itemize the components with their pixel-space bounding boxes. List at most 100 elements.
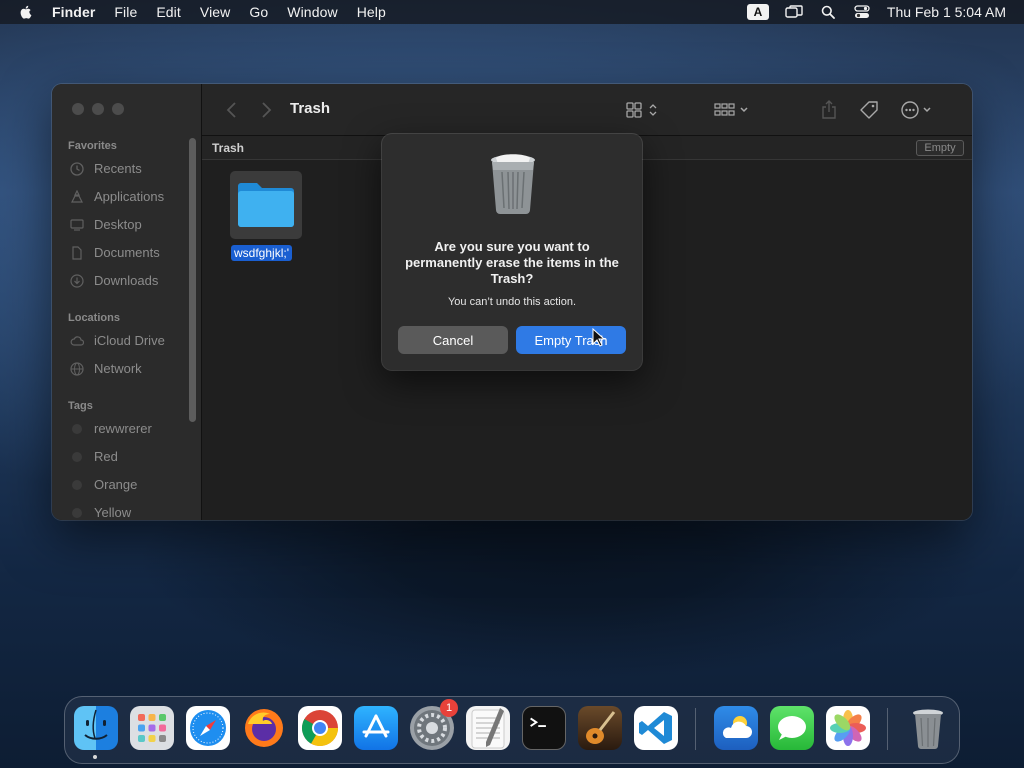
tag-color-dot bbox=[72, 507, 82, 518]
textedit-icon bbox=[471, 708, 505, 749]
sidebar-tag-yellow[interactable]: Yellow bbox=[70, 505, 131, 520]
dock-chrome[interactable] bbox=[298, 706, 342, 750]
empty-trash-small-button[interactable]: Empty bbox=[916, 140, 964, 156]
more-actions-icon[interactable] bbox=[900, 99, 936, 121]
sidebar-item-label: iCloud Drive bbox=[94, 333, 165, 348]
dock-terminal[interactable] bbox=[522, 706, 566, 750]
tag-color-dot bbox=[72, 451, 82, 462]
sidebar-tag-rewwrerer[interactable]: rewwrerer bbox=[70, 421, 152, 436]
sidebar-section-favorites: Favorites bbox=[68, 140, 117, 152]
sidebar-item-applications[interactable]: Applications bbox=[70, 189, 164, 204]
dock: 1 bbox=[64, 696, 960, 764]
apple-logo-icon[interactable] bbox=[18, 4, 34, 20]
sidebar-item-label: Downloads bbox=[94, 273, 159, 288]
sidebar-item-documents[interactable]: Documents bbox=[70, 245, 160, 260]
icon-view-toggle[interactable] bbox=[626, 99, 660, 121]
window-controls bbox=[72, 103, 132, 115]
sidebar-item-desktop[interactable]: Desktop bbox=[70, 217, 142, 232]
sidebar-tag-red[interactable]: Red bbox=[70, 449, 118, 464]
pathbar-title: Trash bbox=[212, 141, 245, 155]
message-bubble-icon bbox=[778, 716, 806, 740]
zoom-window-button[interactable] bbox=[112, 103, 124, 115]
tag-icon[interactable] bbox=[859, 99, 879, 121]
file-thumbnail[interactable] bbox=[230, 171, 302, 239]
sidebar-item-label: Yellow bbox=[94, 505, 132, 520]
menu-help[interactable]: Help bbox=[357, 4, 386, 20]
folder-icon bbox=[238, 183, 294, 227]
weather-cloud-icon bbox=[722, 716, 752, 738]
menu-edit[interactable]: Edit bbox=[156, 4, 181, 20]
tag-color-dot bbox=[72, 479, 82, 490]
empty-trash-button[interactable]: Empty Trash bbox=[516, 326, 626, 354]
sidebar-item-label: Documents bbox=[94, 245, 160, 260]
back-chevron-icon[interactable] bbox=[224, 101, 240, 119]
dock-launchpad[interactable] bbox=[130, 706, 174, 750]
app-store-icon bbox=[362, 714, 390, 738]
dock-safari[interactable] bbox=[186, 706, 230, 750]
launchpad-icon bbox=[138, 714, 166, 742]
photos-flower-icon bbox=[830, 710, 866, 746]
terminal-icon bbox=[530, 717, 546, 728]
dock-weather[interactable] bbox=[714, 706, 758, 750]
dock-vscode[interactable] bbox=[634, 706, 678, 750]
sidebar-item-label: Recents bbox=[94, 161, 142, 176]
firefox-icon bbox=[245, 709, 283, 747]
menu-view[interactable]: View bbox=[200, 4, 231, 20]
file-name-label[interactable]: wsdfghjkl;' bbox=[231, 245, 292, 261]
chrome-icon bbox=[301, 710, 338, 747]
sidebar-item-label: Applications bbox=[94, 189, 165, 204]
input-source-indicator[interactable]: A bbox=[746, 4, 769, 20]
screen-mirroring-icon[interactable] bbox=[785, 4, 803, 20]
dialog-title: Are you sure you want to permanently era… bbox=[405, 239, 619, 286]
sidebar-tag-orange[interactable]: Orange bbox=[70, 477, 137, 492]
menu-app-name[interactable]: Finder bbox=[52, 4, 95, 20]
cancel-button[interactable]: Cancel bbox=[398, 326, 508, 354]
sidebar-scrollbar[interactable] bbox=[189, 138, 196, 422]
sidebar-item-label: Network bbox=[94, 361, 142, 376]
menu-file[interactable]: File bbox=[114, 4, 137, 20]
sidebar-item-network[interactable]: Network bbox=[70, 361, 142, 376]
dock-textedit[interactable] bbox=[466, 706, 510, 750]
group-by-button[interactable] bbox=[714, 99, 750, 121]
cloud-icon bbox=[70, 335, 84, 346]
share-icon[interactable] bbox=[821, 99, 837, 121]
trash-full-icon bbox=[491, 154, 535, 214]
tag-color-dot bbox=[72, 423, 82, 434]
sidebar-item-icloud-drive[interactable]: iCloud Drive bbox=[70, 333, 165, 348]
trash-full-icon bbox=[913, 709, 943, 749]
sidebar-item-label: Orange bbox=[94, 477, 138, 492]
dock-app-store[interactable] bbox=[354, 706, 398, 750]
desktop-icon bbox=[70, 218, 84, 231]
sidebar-item-downloads[interactable]: Downloads bbox=[70, 273, 158, 288]
dock-separator bbox=[887, 708, 888, 750]
menu-bar-extras: A Thu Feb 1 5:04 AM bbox=[731, 0, 1006, 24]
menu-bar: Finder File Edit View Go Window Help A T… bbox=[0, 0, 1024, 24]
menu-bar-clock[interactable]: Thu Feb 1 5:04 AM bbox=[887, 4, 1006, 20]
sidebar-item-recents[interactable]: Recents bbox=[70, 161, 142, 176]
applications-icon bbox=[71, 189, 83, 203]
globe-icon bbox=[70, 361, 84, 376]
minimize-window-button[interactable] bbox=[92, 103, 104, 115]
control-center-icon[interactable] bbox=[853, 4, 871, 20]
dock-trash[interactable] bbox=[906, 706, 950, 750]
file-item[interactable]: wsdfghjkl;' bbox=[230, 171, 304, 262]
dock-firefox[interactable] bbox=[242, 706, 286, 750]
forward-chevron-icon[interactable] bbox=[258, 101, 274, 119]
menu-go[interactable]: Go bbox=[249, 4, 268, 20]
menu-window[interactable]: Window bbox=[287, 4, 337, 20]
dock-separator bbox=[695, 708, 696, 750]
dock-finder[interactable] bbox=[74, 706, 118, 750]
download-icon bbox=[70, 273, 84, 288]
vscode-icon bbox=[639, 712, 672, 744]
spotlight-search-icon[interactable] bbox=[819, 4, 837, 20]
dock-garageband[interactable] bbox=[578, 706, 622, 750]
dock-photos[interactable] bbox=[826, 706, 870, 750]
sidebar: Favorites Recents Applications Desktop D… bbox=[52, 84, 202, 520]
finder-running-indicator bbox=[93, 755, 97, 759]
close-window-button[interactable] bbox=[72, 103, 84, 115]
dock-messages[interactable] bbox=[770, 706, 814, 750]
sidebar-section-locations: Locations bbox=[68, 312, 120, 324]
safari-compass-icon bbox=[190, 710, 226, 746]
sidebar-item-label: Red bbox=[94, 449, 118, 464]
dialog-message: You can’t undo this action. bbox=[447, 296, 577, 308]
